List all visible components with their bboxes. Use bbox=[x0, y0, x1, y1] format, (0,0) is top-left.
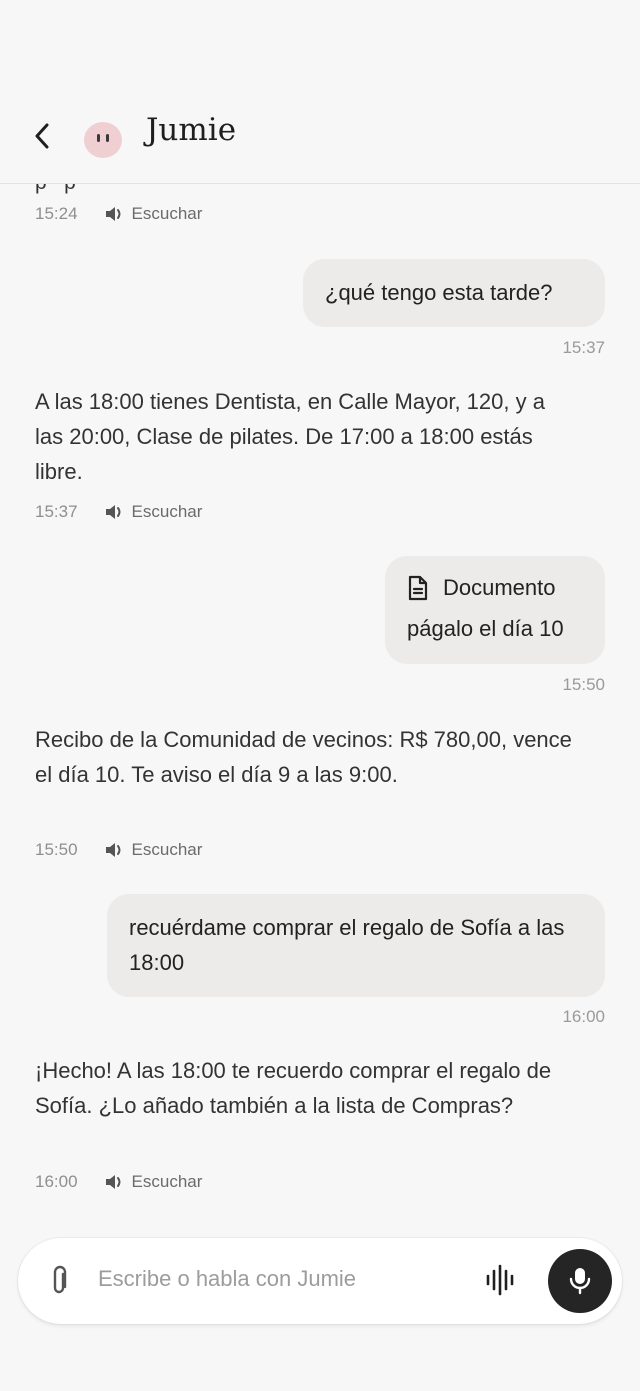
message-time: 15:50 bbox=[562, 675, 605, 694]
message-time: 15:50 bbox=[35, 840, 78, 859]
bot-message-meta: 15:50 Escuchar bbox=[35, 840, 202, 860]
message-input[interactable]: Escribe o habla con Jumie bbox=[98, 1266, 356, 1292]
listen-button[interactable]: Escuchar bbox=[104, 1172, 202, 1192]
back-button[interactable] bbox=[28, 120, 56, 152]
message-list[interactable]: p p 15:24 Escuchar ¿qué tengo esta tarde… bbox=[0, 184, 640, 1234]
document-icon bbox=[408, 575, 428, 600]
speaker-icon bbox=[105, 505, 121, 519]
message-time: 15:37 bbox=[562, 338, 605, 357]
message-time: 16:00 bbox=[35, 1172, 78, 1191]
document-caption: págalo el día 10 bbox=[407, 616, 564, 641]
paperclip-icon bbox=[53, 1265, 67, 1294]
microphone-icon bbox=[569, 1268, 591, 1295]
user-message: ¿qué tengo esta tarde? bbox=[303, 259, 605, 327]
chat-title: Jumie bbox=[146, 112, 237, 148]
speaker-icon bbox=[105, 843, 121, 857]
bot-message-meta: 15:24 Escuchar bbox=[35, 204, 202, 224]
record-voice-button[interactable] bbox=[548, 1249, 612, 1313]
user-message: recuérdame comprar el regalo de Sofía a … bbox=[107, 894, 605, 997]
listen-button[interactable]: Escuchar bbox=[104, 502, 202, 522]
attach-button[interactable] bbox=[48, 1265, 70, 1302]
bot-message-meta: 16:00 Escuchar bbox=[35, 1172, 202, 1192]
user-document-message: Documento págalo el día 10 bbox=[385, 556, 605, 664]
voice-mode-button[interactable] bbox=[484, 1263, 516, 1302]
speaker-icon bbox=[105, 1175, 121, 1189]
listen-button[interactable]: Escuchar bbox=[104, 840, 202, 860]
document-attachment[interactable]: Documento bbox=[407, 570, 583, 605]
waveform-icon bbox=[486, 1264, 514, 1296]
message-time: 15:24 bbox=[35, 204, 78, 223]
clipped-bot-message: p p bbox=[35, 184, 76, 194]
jumie-avatar[interactable] bbox=[84, 122, 122, 158]
message-time: 16:00 bbox=[562, 1007, 605, 1026]
bot-message: ¡Hecho! A las 18:00 te recuerdo comprar … bbox=[35, 1058, 552, 1118]
speaker-icon bbox=[105, 207, 121, 221]
bot-message: Recibo de la Comunidad de vecinos: R$ 78… bbox=[35, 727, 572, 787]
chat-header: Jumie bbox=[0, 0, 640, 184]
message-composer: Escribe o habla con Jumie bbox=[18, 1238, 622, 1324]
message-time: 15:37 bbox=[35, 502, 78, 521]
listen-button[interactable]: Escuchar bbox=[104, 204, 202, 224]
chevron-left-icon bbox=[35, 123, 49, 149]
bot-message-meta: 15:37 Escuchar bbox=[35, 502, 202, 522]
bot-message: A las 18:00 tienes Dentista, en Calle Ma… bbox=[35, 389, 545, 484]
